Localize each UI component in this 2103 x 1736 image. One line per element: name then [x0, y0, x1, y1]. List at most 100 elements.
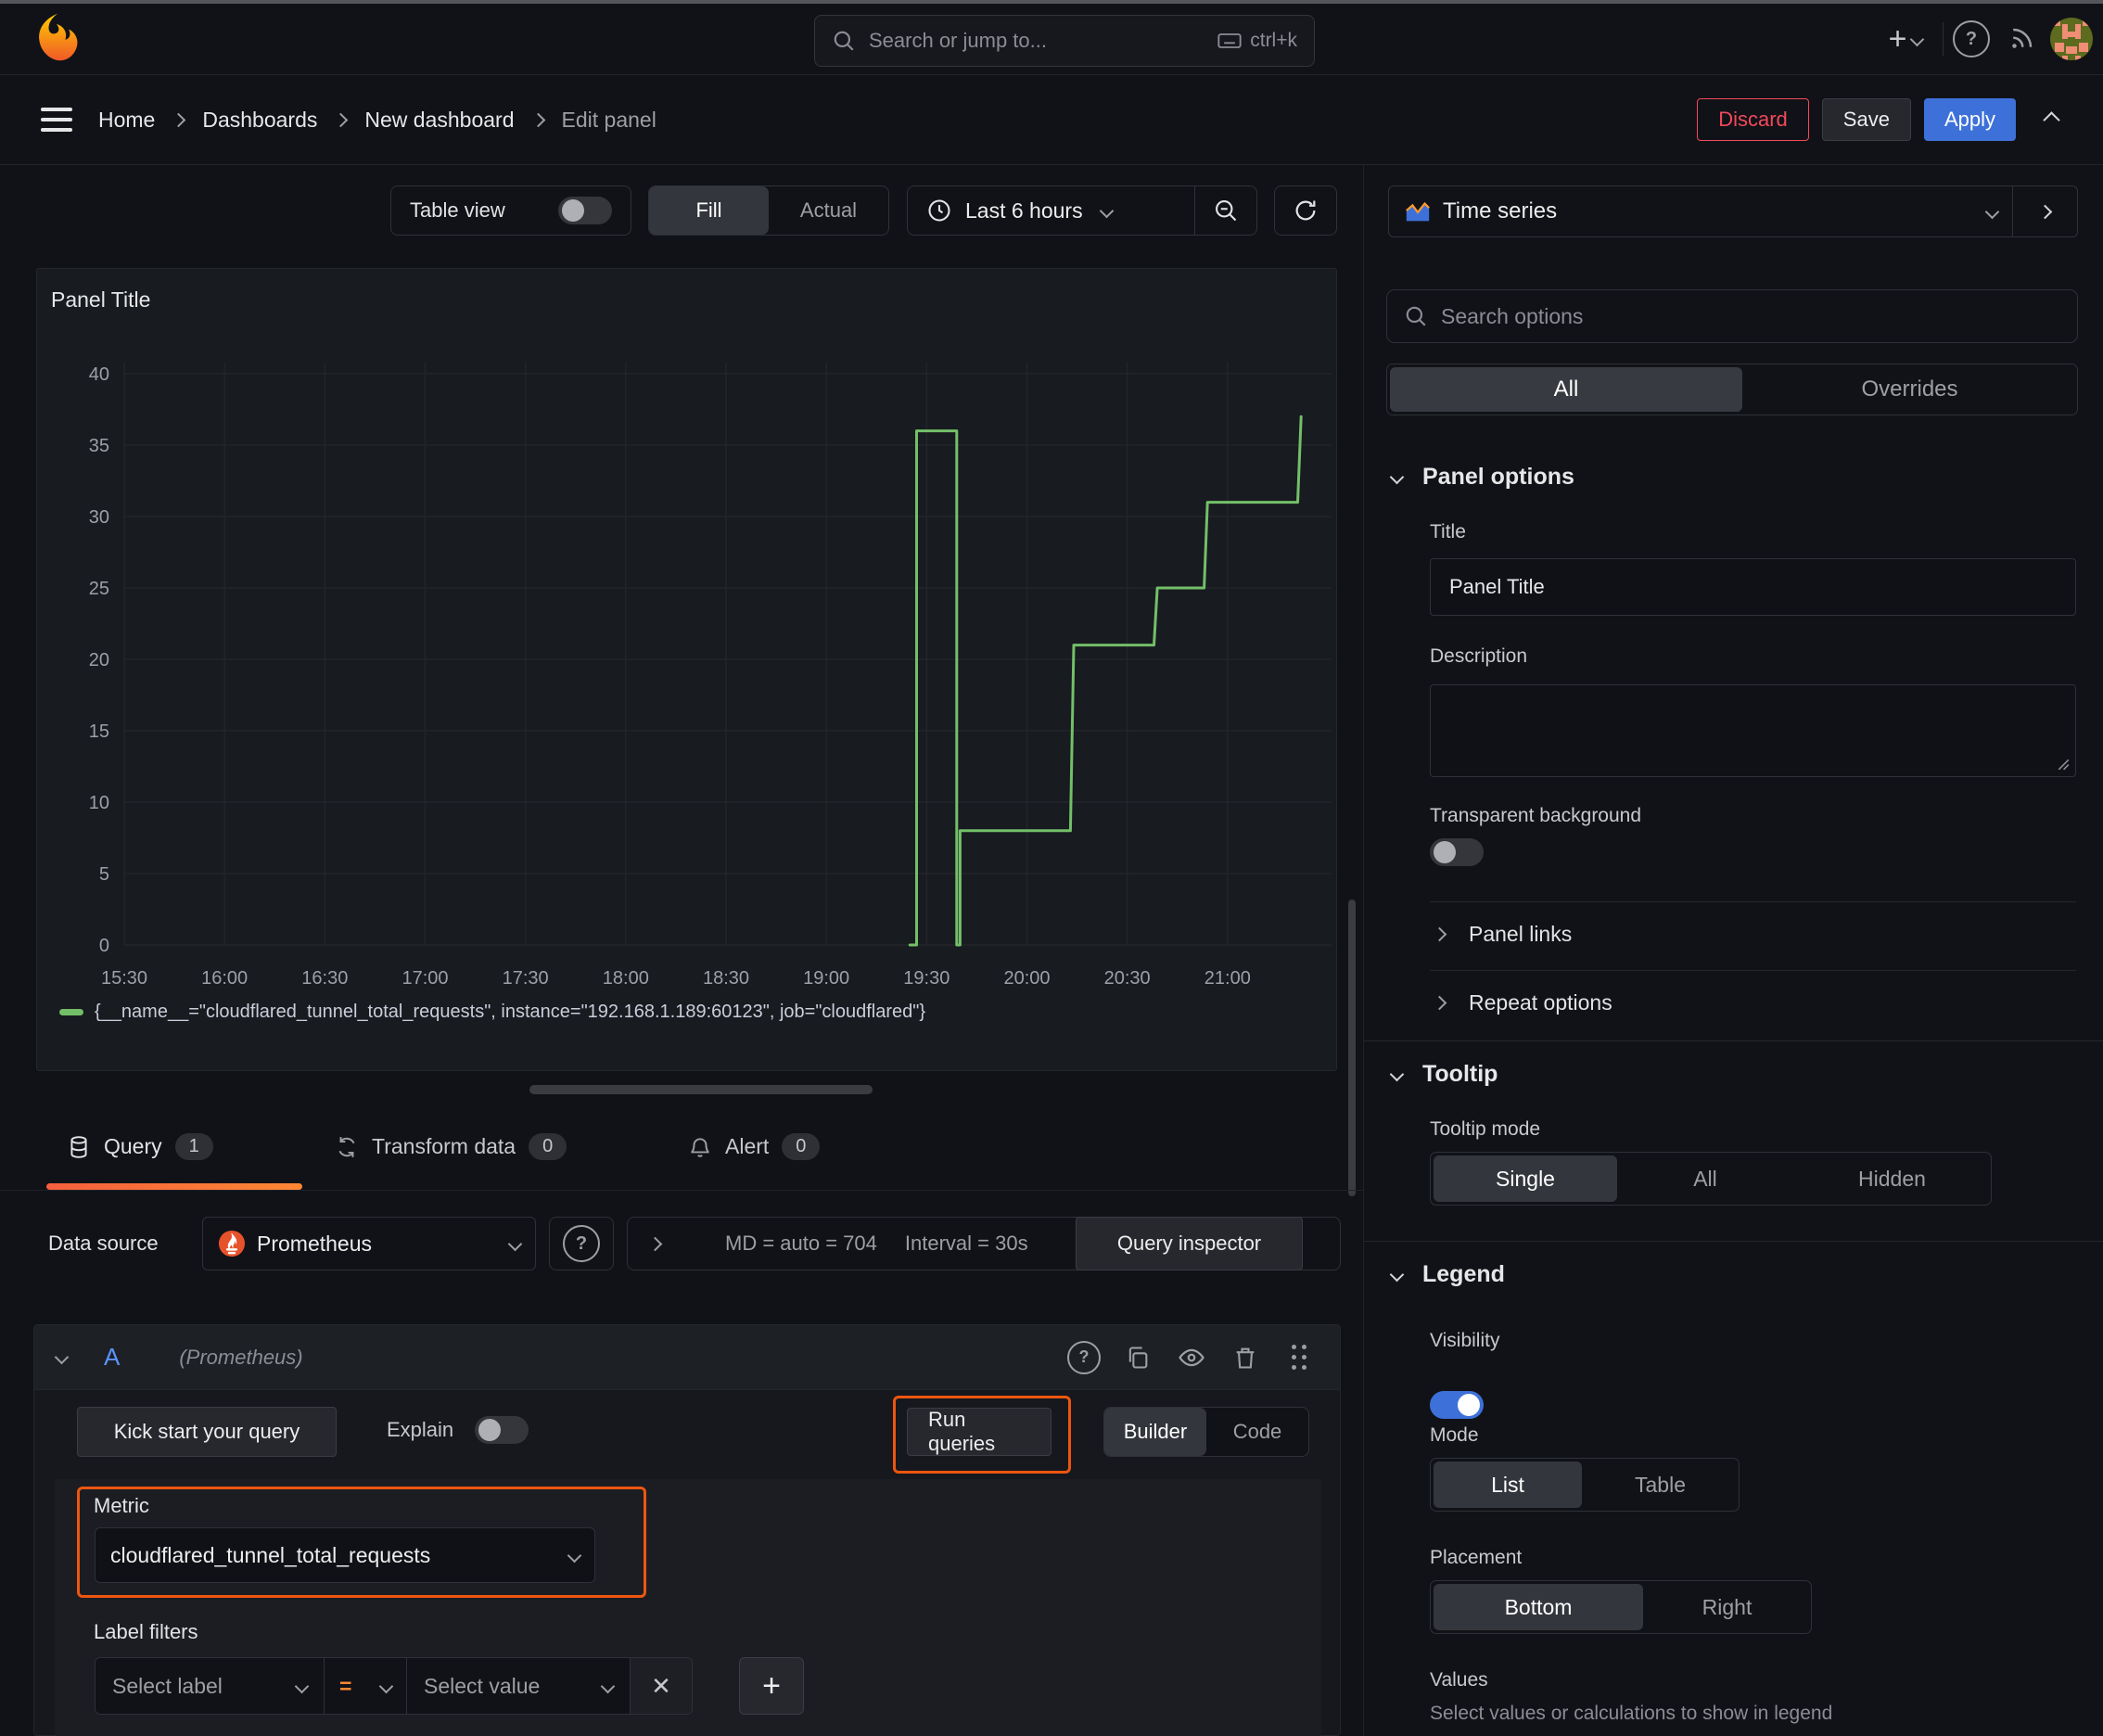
plus-icon: + [1888, 20, 1907, 57]
legend-placement-right[interactable]: Right [1643, 1595, 1811, 1620]
explain-toggle[interactable] [475, 1416, 529, 1444]
query-builder-body: Metric cloudflared_tunnel_total_requests… [55, 1479, 1321, 1736]
actual-option[interactable]: Actual [769, 186, 888, 235]
tooltip-title: Tooltip [1422, 1061, 1498, 1087]
delete-query-button[interactable] [1227, 1339, 1264, 1376]
add-filter-button[interactable]: + [739, 1657, 804, 1715]
legend-series-label[interactable]: {__name__="cloudflared_tunnel_total_requ… [95, 1002, 925, 1023]
tab-all[interactable]: All [1390, 367, 1742, 412]
visualization-picker[interactable]: Time series [1388, 185, 2013, 237]
operator-dropdown[interactable]: = [325, 1674, 406, 1699]
panel-links-header[interactable]: Panel links [1432, 922, 1572, 947]
legend-mode-list[interactable]: List [1434, 1462, 1582, 1508]
breadcrumb-new-dashboard[interactable]: New dashboard [364, 108, 514, 133]
svg-text:35: 35 [89, 436, 109, 456]
panel-resize-handle[interactable] [529, 1085, 873, 1094]
builder-code-switch: Builder Code [1103, 1407, 1309, 1457]
drag-query-handle[interactable] [1281, 1339, 1318, 1376]
remove-filter-button[interactable]: ✕ [631, 1658, 692, 1714]
fill-actual-switch: Fill Actual [648, 185, 889, 236]
tab-query[interactable]: Query 1 [67, 1133, 213, 1160]
datasource-help-button[interactable]: ? [549, 1217, 614, 1270]
svg-text:15: 15 [89, 721, 109, 742]
expand-options-icon[interactable] [647, 1236, 663, 1251]
svg-text:20: 20 [89, 650, 109, 670]
label-filters-label: Label filters [94, 1620, 198, 1643]
alert-count-badge: 0 [782, 1133, 821, 1160]
tab-alert[interactable]: Alert 0 [688, 1133, 821, 1160]
svg-text:16:00: 16:00 [201, 968, 248, 989]
main-scrollbar[interactable] [1348, 900, 1356, 1196]
zoom-out-button[interactable] [1195, 198, 1256, 223]
duplicate-query-button[interactable] [1119, 1339, 1156, 1376]
repeat-options-header[interactable]: Repeat options [1432, 990, 1612, 1015]
panel-options-header[interactable]: Panel options [1389, 464, 1574, 491]
tab-alert-label: Alert [725, 1134, 770, 1158]
user-avatar[interactable] [2049, 17, 2094, 61]
chevron-down-icon [1389, 1066, 1405, 1082]
visualization-name: Time series [1443, 198, 1558, 223]
datasource-picker[interactable]: Prometheus [202, 1217, 536, 1270]
tooltip-header[interactable]: Tooltip [1389, 1061, 1498, 1088]
grip-icon [1292, 1345, 1306, 1370]
select-label-dropdown[interactable]: Select label [96, 1674, 324, 1699]
refresh-button[interactable] [1274, 185, 1337, 236]
legend-header[interactable]: Legend [1389, 1261, 1505, 1288]
panel-options-title: Panel options [1422, 464, 1574, 490]
query-datasource-hint: (Prometheus) [179, 1345, 303, 1369]
menu-toggle[interactable] [41, 108, 72, 132]
apply-button[interactable]: Apply [1923, 98, 2016, 141]
query-count-badge: 1 [174, 1133, 213, 1160]
code-option[interactable]: Code [1206, 1408, 1308, 1456]
collapse-options-button[interactable] [2013, 185, 2078, 237]
timeseries-chart[interactable]: 0 5 10 15 20 25 30 35 40 15:30 16:00 16:30 17:00 17:3… [37, 269, 1336, 992]
legend-mode-table[interactable]: Table [1582, 1473, 1739, 1498]
tooltip-mode-all[interactable]: All [1617, 1167, 1793, 1192]
legend-placement-bottom[interactable]: Bottom [1434, 1584, 1643, 1630]
metric-label: Metric [94, 1494, 149, 1517]
query-inspector-button[interactable]: Query inspector [1076, 1217, 1303, 1270]
options-search[interactable]: Search options [1386, 289, 2078, 343]
time-range-button[interactable]: Last 6 hours [908, 198, 1194, 223]
kick-start-button[interactable]: Kick start your query [77, 1407, 337, 1457]
tooltip-mode-hidden[interactable]: Hidden [1793, 1167, 1991, 1192]
breadcrumb-bar: Home Dashboards New dashboard Edit panel… [0, 75, 2103, 165]
run-queries-button[interactable]: Run queries [907, 1408, 1052, 1456]
search-placeholder: Search or jump to... [869, 29, 1047, 52]
fill-option[interactable]: Fill [649, 186, 769, 235]
breadcrumb-dashboards[interactable]: Dashboards [202, 108, 317, 133]
global-search[interactable]: Search or jump to... ctrl+k [814, 15, 1315, 67]
select-value-dropdown[interactable]: Select value [407, 1674, 630, 1699]
news-button[interactable] [1999, 17, 2044, 61]
query-row-header[interactable]: A (Prometheus) ? [34, 1325, 1340, 1390]
add-button[interactable]: + [1874, 17, 1937, 61]
resize-handle-icon[interactable] [2057, 758, 2070, 771]
tooltip-mode-single[interactable]: Single [1434, 1155, 1617, 1202]
metric-select[interactable]: cloudflared_tunnel_total_requests [95, 1527, 595, 1583]
collapse-header-button[interactable] [2029, 97, 2073, 142]
discard-button[interactable]: Discard [1697, 98, 1809, 141]
chevron-right-icon [1432, 995, 1447, 1011]
tab-transform[interactable]: Transform data 0 [335, 1133, 567, 1160]
grafana-logo[interactable] [32, 11, 83, 63]
table-view-label: Table view [410, 198, 505, 222]
legend-placement-switch: Bottom Right [1430, 1580, 1812, 1634]
breadcrumb-edit-panel: Edit panel [561, 107, 656, 132]
builder-option[interactable]: Builder [1104, 1408, 1206, 1456]
table-view-toggle[interactable] [558, 197, 612, 224]
collapse-query-icon[interactable] [54, 1349, 70, 1365]
svg-text:19:00: 19:00 [803, 968, 849, 989]
chevron-down-icon [1099, 203, 1114, 218]
description-textarea[interactable] [1430, 684, 2076, 777]
breadcrumb-home[interactable]: Home [98, 108, 155, 133]
save-button[interactable]: Save [1821, 98, 1911, 141]
query-help-button[interactable]: ? [1065, 1339, 1102, 1376]
transparent-bg-toggle[interactable] [1430, 838, 1484, 866]
help-button[interactable]: ? [1949, 17, 1994, 61]
toggle-visibility-button[interactable] [1173, 1339, 1210, 1376]
bell-icon [691, 1137, 709, 1157]
timeseries-viz-icon [1406, 201, 1430, 222]
tab-overrides[interactable]: Overrides [1742, 377, 2077, 402]
legend-visibility-toggle[interactable] [1430, 1391, 1484, 1419]
title-input[interactable]: Panel Title [1430, 558, 2076, 616]
